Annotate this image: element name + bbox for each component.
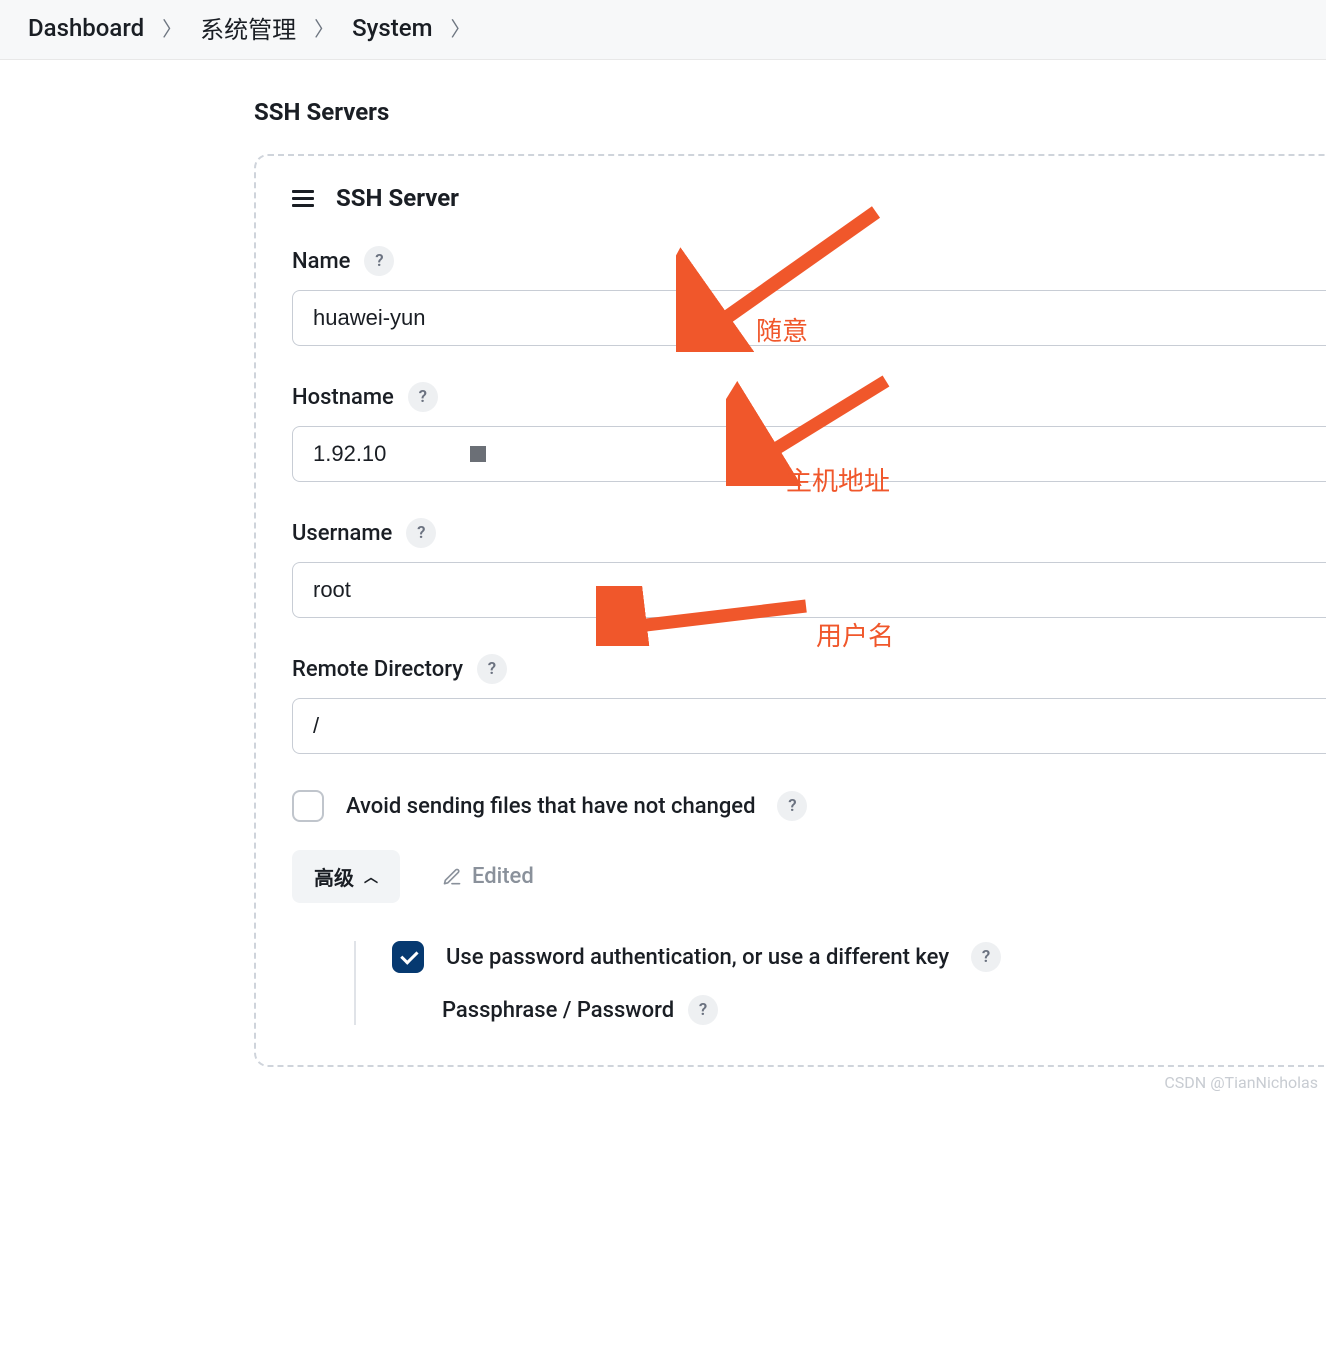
- username-label: Username: [292, 521, 392, 546]
- remote-directory-input[interactable]: [292, 698, 1326, 754]
- redaction-mask: [470, 446, 486, 462]
- use-password-label: Use password authentication, or use a di…: [446, 945, 949, 970]
- drag-handle-icon[interactable]: [292, 190, 314, 207]
- page-title: SSH Servers: [254, 98, 1326, 126]
- help-icon[interactable]: ?: [971, 942, 1001, 972]
- ssh-server-config: SSH Server Name ? Hostname ? Username ? …: [254, 154, 1326, 1067]
- name-input[interactable]: [292, 290, 1326, 346]
- chevron-right-icon: 〉: [162, 13, 182, 42]
- edited-indicator: Edited: [442, 864, 534, 889]
- breadcrumb-system[interactable]: System: [352, 14, 432, 42]
- passphrase-label: Passphrase / Password: [442, 998, 674, 1023]
- help-icon[interactable]: ?: [477, 654, 507, 684]
- chevron-right-icon: 〉: [314, 13, 334, 42]
- advanced-toggle-button[interactable]: 高级 ︿: [292, 850, 400, 903]
- help-icon[interactable]: ?: [688, 995, 718, 1025]
- advanced-section: Use password authentication, or use a di…: [354, 941, 1326, 1025]
- help-icon[interactable]: ?: [777, 791, 807, 821]
- breadcrumb-dashboard[interactable]: Dashboard: [28, 14, 144, 42]
- watermark: CSDN @TianNicholas: [1164, 1073, 1318, 1092]
- hostname-label: Hostname: [292, 385, 394, 410]
- breadcrumb: Dashboard 〉 系统管理 〉 System 〉: [0, 0, 1326, 60]
- hostname-input[interactable]: [292, 426, 1326, 482]
- use-password-checkbox[interactable]: [392, 941, 424, 973]
- advanced-label: 高级: [314, 862, 354, 891]
- pencil-icon: [442, 867, 462, 887]
- name-label: Name: [292, 249, 350, 274]
- breadcrumb-system-mgmt[interactable]: 系统管理: [200, 10, 296, 45]
- help-icon[interactable]: ?: [406, 518, 436, 548]
- avoid-unchanged-checkbox[interactable]: [292, 790, 324, 822]
- remote-directory-label: Remote Directory: [292, 657, 463, 682]
- section-title: SSH Server: [336, 184, 459, 212]
- chevron-up-icon: ︿: [364, 867, 378, 887]
- help-icon[interactable]: ?: [408, 382, 438, 412]
- avoid-unchanged-label: Avoid sending files that have not change…: [346, 794, 755, 819]
- username-input[interactable]: [292, 562, 1326, 618]
- chevron-right-icon: 〉: [451, 13, 471, 42]
- help-icon[interactable]: ?: [364, 246, 394, 276]
- annotation-username: 用户名: [816, 616, 894, 653]
